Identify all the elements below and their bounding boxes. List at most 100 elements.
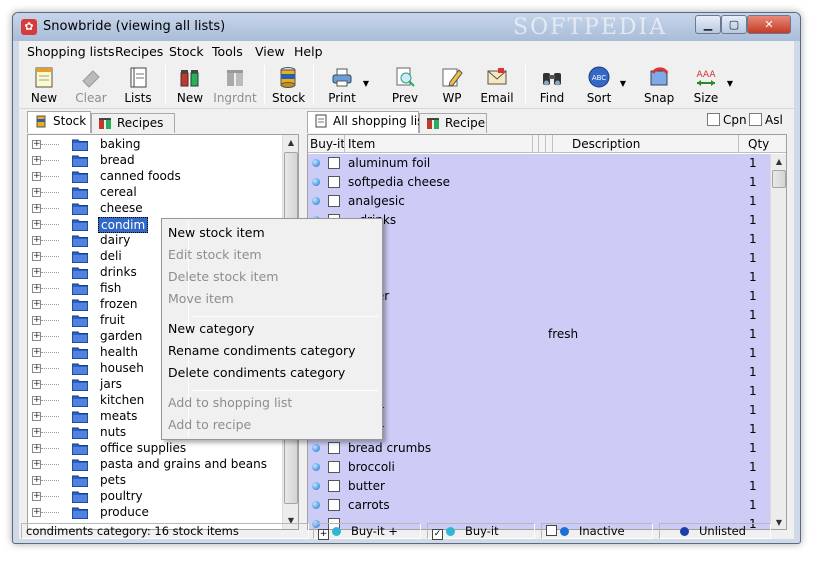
maximize-button[interactable]: ▢ (721, 15, 747, 34)
title-bar[interactable]: ✿ Snowbride (viewing all lists) SOFTPEDI… (13, 13, 800, 41)
list-row[interactable]: broccoli 1 (308, 458, 772, 477)
status-dot-icon[interactable] (312, 501, 320, 509)
header-divider[interactable] (538, 135, 539, 153)
expand-plus-icon[interactable]: + (32, 140, 41, 149)
sort-button[interactable]: ABC Sort ▼ (584, 63, 626, 107)
find-button[interactable]: Find (537, 63, 567, 107)
tree-item[interactable]: + bread (28, 153, 278, 169)
close-button[interactable]: ✕ (747, 15, 791, 34)
status-dot-icon[interactable] (312, 178, 320, 186)
status-dot-icon[interactable] (312, 159, 320, 167)
new-recipe-button[interactable]: New (175, 63, 205, 107)
header-divider[interactable] (545, 135, 546, 153)
minimize-button[interactable]: ▁ (695, 15, 721, 34)
menu-help[interactable]: Help (294, 44, 323, 59)
context-menu-item[interactable]: Delete condiments category (168, 365, 345, 380)
expand-plus-icon[interactable]: + (32, 220, 41, 229)
status-dot-icon[interactable] (312, 463, 320, 471)
expand-plus-icon[interactable]: + (32, 332, 41, 341)
tree-item[interactable]: + produce (28, 505, 278, 521)
size-dropdown-arrow-icon[interactable]: ▼ (727, 79, 733, 88)
buy-it-checkbox[interactable] (328, 195, 340, 207)
cpn-checkbox[interactable]: Cpn (707, 113, 747, 127)
tree-item[interactable]: + pets (28, 473, 278, 489)
list-row[interactable]: softpedia cheese 1 (308, 173, 772, 192)
tab-stock[interactable]: Stock (27, 111, 91, 133)
lists-button[interactable]: Lists (121, 63, 155, 107)
expand-plus-icon[interactable]: + (32, 300, 41, 309)
sort-dropdown-arrow-icon[interactable]: ▼ (620, 79, 626, 88)
list-row[interactable]: butter 1 (308, 477, 772, 496)
expand-plus-icon[interactable]: + (32, 316, 41, 325)
tree-item[interactable]: + pasta and grains and beans (28, 457, 278, 473)
buy-it-checkbox[interactable] (328, 480, 340, 492)
expand-plus-icon[interactable]: + (32, 156, 41, 165)
expand-plus-icon[interactable]: + (32, 236, 41, 245)
status-dot-icon[interactable] (312, 482, 320, 490)
tab-recipes[interactable]: Recipes (91, 113, 175, 133)
print-dropdown-arrow-icon[interactable]: ▼ (363, 79, 369, 88)
tab-recipe[interactable]: Recipe (419, 113, 487, 133)
expand-plus-icon[interactable]: + (32, 476, 41, 485)
context-menu-item[interactable]: Rename condiments category (168, 343, 356, 358)
header-divider[interactable] (344, 135, 345, 153)
status-dot-icon[interactable] (312, 444, 320, 452)
menu-shopping-lists[interactable]: Shopping lists (27, 44, 115, 59)
expand-plus-icon[interactable]: + (32, 460, 41, 469)
preview-button[interactable]: Prev (390, 63, 420, 107)
grid-scrollbar[interactable]: ▲ ▼ (770, 154, 786, 529)
asl-checkbox[interactable]: Asl (749, 113, 783, 127)
snap-button[interactable]: Snap (644, 63, 674, 107)
context-menu-item[interactable]: New category (168, 321, 254, 336)
expand-plus-icon[interactable]: + (32, 188, 41, 197)
scroll-up-arrow-icon[interactable]: ▲ (771, 154, 786, 170)
expand-plus-icon[interactable]: + (32, 412, 41, 421)
scroll-thumb[interactable] (772, 170, 786, 188)
expand-plus-icon[interactable]: + (32, 252, 41, 261)
menu-view[interactable]: View (255, 44, 285, 59)
size-button[interactable]: AAA Size ▼ (691, 63, 733, 107)
tree-item[interactable]: + cheese (28, 201, 278, 217)
tree-item[interactable]: + cereal (28, 185, 278, 201)
buy-it-checkbox[interactable] (328, 499, 340, 511)
expand-plus-icon[interactable]: + (32, 348, 41, 357)
expand-plus-icon[interactable]: + (32, 172, 41, 181)
header-buy-it[interactable]: Buy-it (310, 137, 345, 151)
tree-item[interactable]: + office supplies (28, 441, 278, 457)
header-item[interactable]: Item (348, 137, 375, 151)
expand-plus-icon[interactable]: + (32, 268, 41, 277)
header-divider[interactable] (532, 135, 533, 153)
header-divider[interactable] (552, 135, 553, 153)
new-list-button[interactable]: New (29, 63, 59, 107)
wp-button[interactable]: WP (439, 63, 465, 107)
menu-stock[interactable]: Stock (169, 44, 204, 59)
expand-plus-icon[interactable]: + (32, 396, 41, 405)
buy-it-checkbox[interactable] (328, 442, 340, 454)
buy-it-checkbox[interactable] (328, 176, 340, 188)
clear-button[interactable]: Clear (73, 63, 109, 107)
buy-it-checkbox[interactable] (328, 461, 340, 473)
header-description[interactable]: Description (572, 137, 640, 151)
list-row[interactable]: bread crumbs 1 (308, 439, 772, 458)
menu-tools[interactable]: Tools (212, 44, 243, 59)
tree-item[interactable]: + canned foods (28, 169, 278, 185)
stock-button[interactable]: Stock (272, 63, 305, 107)
expand-plus-icon[interactable]: + (32, 444, 41, 453)
expand-plus-icon[interactable]: + (32, 508, 41, 517)
tree-item[interactable]: + poultry (28, 489, 278, 505)
expand-plus-icon[interactable]: + (32, 492, 41, 501)
tab-all-shopping-lists[interactable]: All shopping lists (307, 111, 434, 133)
print-button[interactable]: Print ▼ (327, 63, 369, 107)
expand-plus-icon[interactable]: + (32, 380, 41, 389)
scroll-up-arrow-icon[interactable]: ▲ (283, 135, 298, 151)
menu-recipes[interactable]: Recipes (115, 44, 163, 59)
list-row[interactable]: carrots 1 (308, 496, 772, 515)
ingredient-button[interactable]: Ingrdnt (213, 63, 257, 107)
header-divider[interactable] (738, 135, 739, 153)
expand-plus-icon[interactable]: + (32, 428, 41, 437)
status-dot-icon[interactable] (312, 197, 320, 205)
list-row[interactable]: analgesic 1 (308, 192, 772, 211)
expand-plus-icon[interactable]: + (32, 364, 41, 373)
header-qty[interactable]: Qty (748, 137, 769, 151)
expand-plus-icon[interactable]: + (32, 284, 41, 293)
